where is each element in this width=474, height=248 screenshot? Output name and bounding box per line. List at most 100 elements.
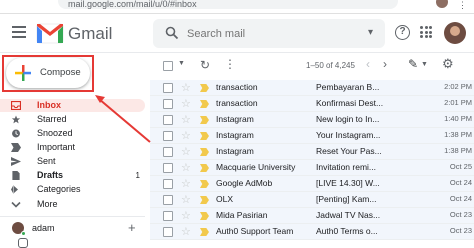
email-row[interactable]: ☆ Instagram Your Instagram... 1:38 PM (150, 128, 474, 144)
help-icon[interactable]: ? (395, 25, 410, 40)
email-row[interactable]: ☆ transaction Konfirmasi Dest... 2:01 PM (150, 96, 474, 112)
star-icon[interactable]: ☆ (181, 193, 191, 206)
star-icon[interactable]: ☆ (181, 129, 191, 142)
important-marker-icon[interactable] (200, 164, 209, 172)
email-row[interactable]: ☆ Auth0 Support Team Auth0 Terms o... Oct 2… (150, 224, 474, 240)
mail-toolbar: ▼ ↻ ⋮ 1–50 of 4,245 ‹ › ✎ ▼ ⚙ (150, 55, 474, 77)
email-date: 2:02 PM (444, 82, 472, 91)
star-icon[interactable]: ☆ (181, 97, 191, 110)
row-checkbox[interactable] (163, 147, 173, 157)
email-row[interactable]: ☆ Instagram New login to In... 1:40 PM (150, 112, 474, 128)
email-subject: New login to In... (316, 114, 380, 124)
row-checkbox[interactable] (163, 227, 173, 237)
important-marker-icon[interactable] (200, 180, 209, 188)
sidebar-divider (0, 216, 145, 217)
input-tools-caret-icon[interactable]: ▼ (421, 61, 428, 68)
sidebar-item-categories[interactable]: Categories (0, 183, 145, 196)
sidebar-item-sent[interactable]: Sent (0, 155, 145, 168)
sidebar-item-snoozed[interactable]: Snoozed (0, 127, 145, 140)
chevron-right-icon[interactable]: › (383, 57, 387, 71)
row-checkbox[interactable] (163, 131, 173, 141)
row-checkbox[interactable] (163, 179, 173, 189)
star-icon[interactable]: ☆ (181, 177, 191, 190)
search-icon[interactable] (165, 26, 179, 40)
email-row[interactable]: ☆ Google AdMob [LIVE 14.30] W... Oct 24 (150, 176, 474, 192)
chevron-down-icon (11, 201, 21, 208)
select-options-caret-icon[interactable]: ▼ (178, 60, 185, 67)
online-status-icon (21, 231, 26, 236)
more-actions-icon[interactable]: ⋮ (224, 57, 236, 71)
email-date: Oct 23 (449, 210, 472, 219)
refresh-icon[interactable]: ↻ (200, 58, 210, 72)
email-sender: Instagram (216, 130, 254, 140)
email-sender: Google AdMob (216, 178, 273, 188)
search-options-caret-icon[interactable]: ▾ (368, 27, 373, 38)
chevron-left-icon[interactable]: ‹ (366, 57, 370, 71)
input-tools-pen-icon[interactable]: ✎ (408, 57, 418, 71)
browser-profile-icon[interactable] (436, 0, 448, 8)
email-row[interactable]: ☆ OLX [Penting] Kam... Oct 24 (150, 192, 474, 208)
gear-icon[interactable]: ⚙ (442, 56, 454, 72)
browser-url-bar[interactable]: mail.google.com/mail/u/0/#inbox ⋮ (0, 0, 474, 14)
select-all-checkbox[interactable] (163, 61, 173, 71)
email-subject: [Penting] Kam... (316, 194, 377, 204)
row-checkbox[interactable] (163, 163, 173, 173)
hangouts-user[interactable]: adam + (12, 220, 142, 236)
row-checkbox[interactable] (163, 83, 173, 93)
user-name: adam (32, 223, 55, 233)
sidebar-item-drafts[interactable]: Drafts 1 (0, 169, 145, 182)
sidebar-item-label: Drafts (37, 170, 64, 180)
important-icon (11, 143, 21, 152)
gmail-header: Gmail ▾ ? (0, 14, 474, 52)
hangouts-chat-icon[interactable] (18, 238, 28, 248)
apps-grid-icon[interactable] (420, 26, 432, 38)
email-sender: Instagram (216, 114, 254, 124)
important-marker-icon[interactable] (200, 84, 209, 92)
clock-icon (12, 129, 20, 138)
email-row[interactable]: ☆ Mida Pasirian Jadwal TV Nas... Oct 23 (150, 208, 474, 224)
email-sender: Instagram (216, 146, 254, 156)
email-subject: Your Instagram... (316, 130, 381, 140)
important-marker-icon[interactable] (200, 196, 209, 204)
important-marker-icon[interactable] (200, 132, 209, 140)
row-checkbox[interactable] (163, 115, 173, 125)
important-marker-icon[interactable] (200, 212, 209, 220)
sidebar-item-count: 1 (135, 171, 140, 180)
search-bar[interactable]: ▾ (153, 19, 385, 48)
row-checkbox[interactable] (163, 211, 173, 221)
email-sender: transaction (216, 98, 258, 108)
important-marker-icon[interactable] (200, 148, 209, 156)
email-sender: Auth0 Support Team (216, 226, 294, 236)
email-row[interactable]: ☆ Macquarie University Invitation remi... O… (150, 160, 474, 176)
url-text[interactable]: mail.google.com/mail/u/0/#inbox (68, 0, 388, 10)
sidebar-item-more[interactable]: More (0, 198, 145, 211)
star-icon[interactable]: ☆ (181, 145, 191, 158)
email-date: Oct 23 (449, 226, 472, 235)
search-input[interactable] (187, 19, 357, 48)
account-avatar[interactable] (444, 22, 466, 44)
email-date: Oct 25 (449, 162, 472, 171)
row-checkbox[interactable] (163, 99, 173, 109)
sidebar-item-inbox[interactable]: Inbox (0, 99, 145, 112)
gmail-logo-icon[interactable] (36, 22, 64, 44)
star-icon[interactable]: ☆ (181, 161, 191, 174)
sidebar-item-label: Starred (37, 114, 67, 124)
star-icon[interactable]: ☆ (181, 209, 191, 222)
row-checkbox[interactable] (163, 195, 173, 205)
add-contact-icon[interactable]: + (128, 220, 136, 235)
sidebar-item-important[interactable]: Important (0, 141, 145, 154)
email-sender: Macquarie University (216, 162, 296, 172)
important-marker-icon[interactable] (200, 228, 209, 236)
hamburger-menu-icon[interactable] (12, 26, 26, 38)
email-row[interactable]: ☆ transaction Pembayaran B... 2:02 PM (150, 80, 474, 96)
star-icon[interactable]: ☆ (181, 113, 191, 126)
inbox-icon (11, 101, 21, 110)
email-subject: Invitation remi... (316, 162, 376, 172)
browser-menu-icon[interactable]: ⋮ (458, 0, 467, 11)
important-marker-icon[interactable] (200, 116, 209, 124)
email-row[interactable]: ☆ Instagram Reset Your Pas... 1:38 PM (150, 144, 474, 160)
star-icon[interactable]: ☆ (181, 81, 191, 94)
important-marker-icon[interactable] (200, 100, 209, 108)
star-icon[interactable]: ☆ (181, 225, 191, 238)
sidebar-item-starred[interactable]: Starred (0, 113, 145, 126)
